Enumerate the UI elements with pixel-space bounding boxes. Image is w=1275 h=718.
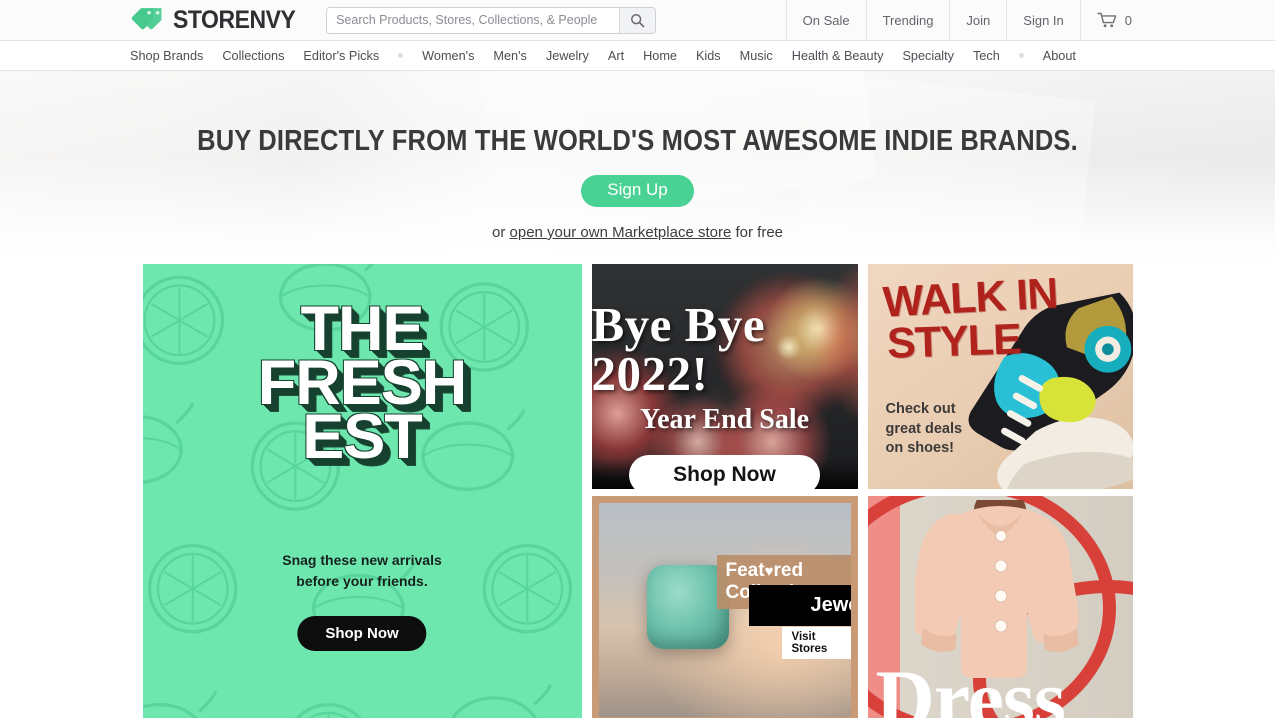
the-freshest-sub-line-2: before your friends. xyxy=(296,573,428,589)
tag-heart-logo-icon xyxy=(131,8,162,30)
the-freshest-sub-line-1: Snag these new arrivals xyxy=(282,552,442,568)
cart-link[interactable]: 0 xyxy=(1079,0,1145,40)
cart-icon xyxy=(1097,12,1117,27)
nav-item-shop-brands[interactable]: Shop Brands xyxy=(130,49,203,63)
visit-stores-button[interactable]: Visit Stores xyxy=(781,627,851,659)
hero-headline: Buy directly from the world's most aweso… xyxy=(197,125,1078,157)
category-nav-bar: Shop Brands Collections Editor's Picks W… xyxy=(0,41,1275,71)
topbar-link-sign-in[interactable]: Sign In xyxy=(1006,0,1079,40)
dress-title: Dress xyxy=(875,653,1066,718)
nav-item-music[interactable]: Music xyxy=(740,49,773,63)
the-freshest-shop-now-button[interactable]: Shop Now xyxy=(297,616,427,651)
search-bar[interactable] xyxy=(326,6,657,34)
nav-item-mens[interactable]: Men's xyxy=(493,49,526,63)
year-end-sale-subtitle: Year End Sale xyxy=(639,404,810,435)
brand-wordmark: STORENVY xyxy=(173,5,296,34)
promo-card-dress[interactable]: Dress xyxy=(867,496,1133,718)
hero-subtext-suffix: for free xyxy=(731,223,783,241)
walk-in-style-sub-line-2: great deals xyxy=(885,420,963,437)
nav-item-about[interactable]: About xyxy=(1043,49,1076,63)
the-freshest-subtext: Snag these new arrivals before your frie… xyxy=(143,550,582,592)
nav-item-jewelry[interactable]: Jewelry xyxy=(546,49,589,63)
nav-item-editors-picks[interactable]: Editor's Picks xyxy=(303,49,379,63)
nav-item-tech[interactable]: Tech xyxy=(973,49,1000,63)
walk-in-style-sub-line-1: Check out xyxy=(885,401,956,417)
top-header-right-links: On Sale Trending Join Sign In 0 xyxy=(785,0,1145,40)
promo-card-featured-jewelry[interactable]: Feat♥red Collection: Jewelry Visit Store… xyxy=(591,496,858,718)
nav-item-collections[interactable]: Collections xyxy=(222,49,284,63)
nav-item-specialty[interactable]: Specialty xyxy=(902,49,953,63)
nav-item-kids[interactable]: Kids xyxy=(696,49,721,63)
storenvy-logo-link[interactable]: STORENVY xyxy=(130,6,306,35)
featured-category-label: Jewelry xyxy=(748,585,851,626)
walk-in-style-headline: WALK IN STYLE xyxy=(881,269,1060,369)
topbar-link-join[interactable]: Join xyxy=(949,0,1006,40)
walk-in-style-line-2: STYLE xyxy=(885,315,1021,369)
promo-card-grid: Bye Bye 2022! Year End Sale Shop Now WAL… xyxy=(142,264,1133,718)
nav-item-health-beauty[interactable]: Health & Beauty xyxy=(792,49,884,63)
hero-subtext-prefix: or xyxy=(492,223,510,241)
promo-card-walk-in-style[interactable]: WALK IN STYLE Check out great deals on s… xyxy=(867,264,1133,489)
topbar-link-trending[interactable]: Trending xyxy=(865,0,950,40)
promo-card-the-freshest[interactable]: THE FRESH EST Snag these new arrivals be… xyxy=(142,264,582,718)
cart-count: 0 xyxy=(1124,12,1132,28)
sign-up-button[interactable]: Sign Up xyxy=(581,175,694,207)
jewelry-card-inner: Feat♥red Collection: Jewelry Visit Store… xyxy=(598,503,851,717)
year-end-sale-shop-now-button[interactable]: Shop Now xyxy=(629,455,820,489)
search-input[interactable] xyxy=(327,7,620,33)
nav-separator-dot-1 xyxy=(398,53,404,58)
nav-item-home[interactable]: Home xyxy=(643,49,677,63)
the-freshest-line-3: EST xyxy=(302,402,423,473)
promo-card-year-end-sale[interactable]: Bye Bye 2022! Year End Sale Shop Now xyxy=(591,264,858,489)
hero-banner: Buy directly from the world's most aweso… xyxy=(0,71,1275,264)
open-marketplace-store-link[interactable]: open your own Marketplace store xyxy=(510,224,732,241)
year-end-sale-title: Bye Bye 2022! xyxy=(591,297,766,401)
topbar-link-on-sale[interactable]: On Sale xyxy=(785,0,866,40)
featured-label-pre: Feat xyxy=(725,560,765,581)
the-freshest-title: THE FRESH EST xyxy=(143,297,582,473)
top-header-bar: STORENVY On Sale Trending Join Sign In 0 xyxy=(0,0,1275,41)
walk-in-style-sub-line-3: on shoes! xyxy=(885,440,954,457)
walk-in-style-subtext: Check out great deals on shoes! xyxy=(886,400,963,459)
search-icon xyxy=(631,13,645,27)
nav-item-womens[interactable]: Women's xyxy=(422,49,474,63)
search-button[interactable] xyxy=(619,7,656,33)
nav-item-art[interactable]: Art xyxy=(608,49,624,63)
nav-separator-dot-2 xyxy=(1018,53,1024,58)
hero-subtext: or open your own Marketplace store for f… xyxy=(0,224,1275,241)
